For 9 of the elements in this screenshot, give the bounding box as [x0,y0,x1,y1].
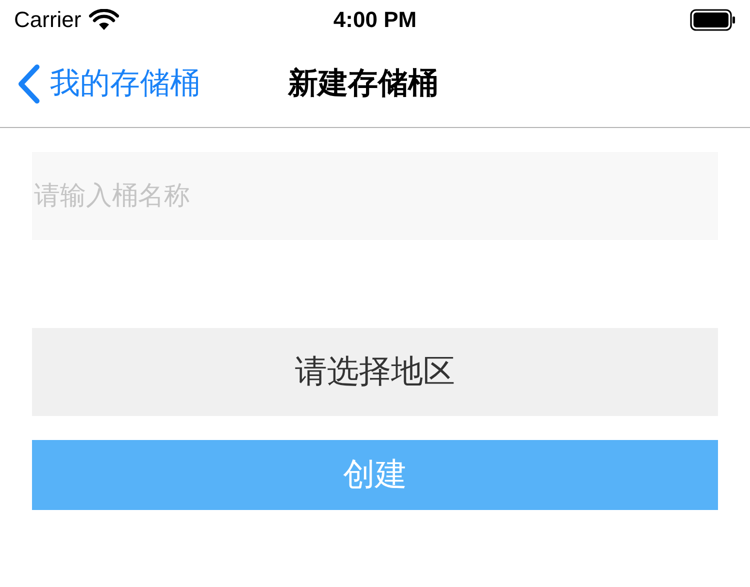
wifi-icon [89,9,120,31]
create-button[interactable]: 创建 [32,440,718,510]
carrier-name: Carrier [14,7,82,33]
region-select-button[interactable]: 请选择地区 [32,328,718,416]
page-title: 新建存储桶 [288,65,438,103]
back-button[interactable]: 我的存储桶 [16,63,200,104]
status-time: 4:00 PM [333,7,417,33]
battery-icon [690,9,736,31]
chevron-left-icon [16,64,42,104]
